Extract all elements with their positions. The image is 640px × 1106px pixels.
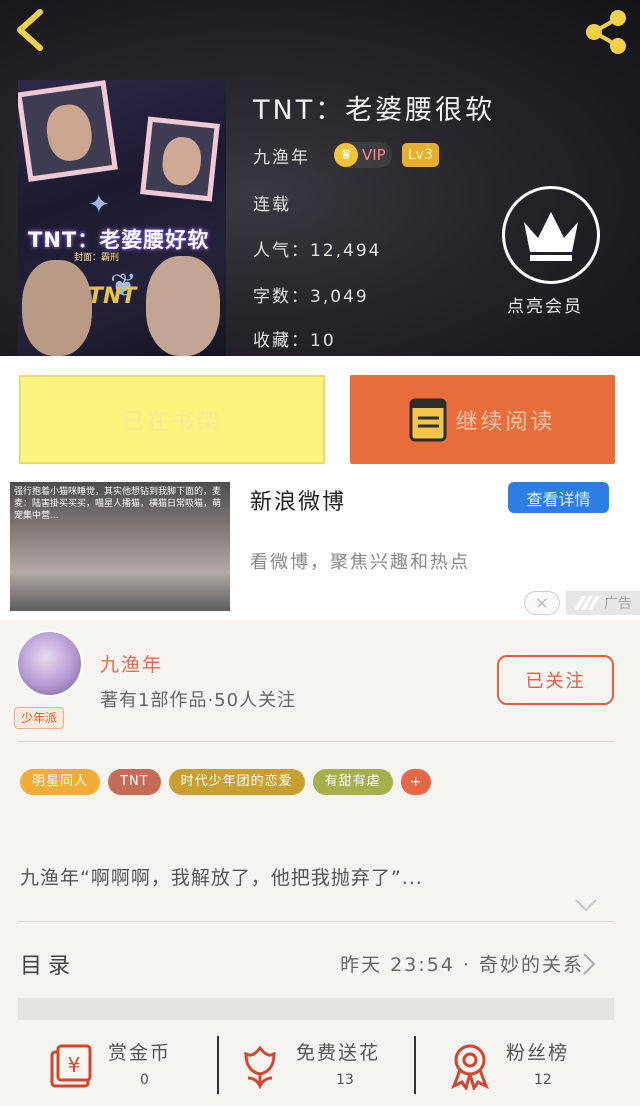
reward-coins-label: 赏金币 <box>108 1042 172 1064</box>
send-flower-label: 免费送花 <box>296 1042 381 1064</box>
section-separator <box>18 998 614 1020</box>
author-section-name[interactable]: 九渔年 <box>100 650 163 677</box>
author-stats: 著有1部作品·50人关注 <box>100 690 297 711</box>
expand-button[interactable] <box>574 897 598 916</box>
table-of-contents-row[interactable]: 目录 昨天 23:54 · 奇妙的关系 <box>0 940 640 986</box>
add-tag-button[interactable]: + <box>400 769 431 795</box>
ad-view-details-button[interactable]: 查看详情 <box>508 482 609 513</box>
book-detail-page: ✦ ❦ TNT：老婆腰好软 封面：霸刑 TNT TNT：老婆腰很软 九渔年 ♛ … <box>0 0 640 1106</box>
cover-face-art <box>146 256 220 356</box>
tag-list: 明星同人 TNT 时代少年团的恋爱 有甜有虐 + <box>20 769 431 795</box>
ad-close-button[interactable]: ✕ <box>524 591 560 615</box>
share-button[interactable] <box>582 8 630 56</box>
author-avatar[interactable] <box>16 630 83 697</box>
chevron-down-icon <box>575 899 597 912</box>
ad-image[interactable]: 强行抱着小猫咪睡觉，其实他想钻到我脚下面的，麦麦：陆害掛买买买，喵星人播猫，横猫… <box>10 482 230 611</box>
ad-description: 看微博，聚焦兴趣和热点 <box>250 552 470 573</box>
author-section: 少年派 九渔年 著有1部作品·50人关注 已关注 明星同人 TNT 时代少年团的… <box>0 620 640 1106</box>
fan-count: 12 <box>534 1072 552 1088</box>
divider <box>18 921 614 922</box>
tag-chip[interactable]: TNT <box>108 769 161 795</box>
book-word-count: 字数：3,049 <box>253 287 369 307</box>
in-shelf-label: 已在书架 <box>121 409 222 435</box>
ad-banner[interactable]: 强行抱着小猫咪睡觉，其实他想钻到我脚下面的，麦麦：陆害掛买买买，喵星人播猫，横猫… <box>0 480 640 620</box>
back-button[interactable] <box>12 8 52 52</box>
tag-chip[interactable]: 有甜有虐 <box>312 769 393 795</box>
cover-face-art <box>22 260 92 356</box>
cover-face-art <box>43 101 95 164</box>
cover-subtitle: 封面：霸刑 <box>74 253 120 263</box>
crown-icon <box>524 212 578 261</box>
divider <box>217 1036 219 1094</box>
ad-image-caption: 强行抱着小猫咪睡觉，其实他想钻到我脚下面的，麦麦：陆害掛买买买，喵星人播猫，横猫… <box>14 487 222 521</box>
tag-chip[interactable]: 时代少年团的恋爱 <box>168 769 305 795</box>
cover-photo-frame <box>18 80 118 182</box>
tag-chip[interactable]: 明星同人 <box>20 769 101 795</box>
book-title: TNT：老婆腰很软 <box>253 95 496 126</box>
red-envelope-yen-icon: ¥ <box>50 1044 92 1088</box>
continue-reading-label: 继续阅读 <box>455 409 556 435</box>
vip-badge: ♛ VIP <box>334 142 392 168</box>
book-popularity: 人气：12,494 <box>253 241 382 261</box>
level-badge: Lv3 <box>401 143 439 167</box>
fan-ranking-label: 粉丝榜 <box>506 1042 570 1064</box>
in-shelf-button[interactable]: 已在书架 <box>19 375 325 464</box>
divider <box>414 1036 416 1094</box>
book-status: 连载 <box>253 195 291 215</box>
book-icon <box>409 398 447 441</box>
reward-coins-count: 0 <box>140 1072 149 1088</box>
toc-label: 目录 <box>20 954 77 979</box>
action-bar: 已在书架 继续阅读 <box>0 356 640 480</box>
ad-title: 新浪微博 <box>250 490 347 515</box>
divider <box>18 741 614 742</box>
flower-icon <box>244 1045 276 1090</box>
book-favorites: 收藏：10 <box>253 331 336 351</box>
cover-face-art <box>160 135 204 188</box>
share-icon <box>586 10 626 54</box>
bottom-action-bar: ¥ 赏金币 0 免费送花 13 粉丝榜 12 <box>0 1036 640 1106</box>
ad-logo-icon <box>574 596 600 610</box>
close-icon: ✕ <box>535 593 549 613</box>
vip-membership-label: 点亮会员 <box>507 297 583 317</box>
crown-icon: ♛ <box>334 143 358 167</box>
ad-tag-label: 广告 <box>604 596 632 612</box>
vip-label: VIP <box>362 146 386 164</box>
chevron-right-icon <box>583 953 596 975</box>
latest-chapter: 昨天 23:54 · 奇妙的关系 <box>340 954 584 976</box>
author-row: 九渔年 ♛ VIP Lv3 <box>253 142 439 168</box>
fan-ranking-button[interactable]: 粉丝榜 12 <box>446 1036 626 1102</box>
book-excerpt: 九渔年“啊啊啊，我解放了，他把我抛弃了”... <box>20 867 423 889</box>
medal-ribbon-icon <box>451 1044 489 1090</box>
ad-tag: 广告 <box>566 591 640 615</box>
send-flower-button[interactable]: 免费送花 13 <box>236 1036 416 1102</box>
book-header: ✦ ❦ TNT：老婆腰好软 封面：霸刑 TNT TNT：老婆腰很软 九渔年 ♛ … <box>0 0 640 356</box>
continue-reading-button[interactable]: 继续阅读 <box>350 375 615 464</box>
reward-coins-button[interactable]: ¥ 赏金币 0 <box>48 1036 228 1102</box>
cover-photo-frame <box>140 116 220 202</box>
svg-text:¥: ¥ <box>68 1053 81 1077</box>
cover-logo: TNT <box>88 284 137 309</box>
author-name[interactable]: 九渔年 <box>253 143 310 168</box>
vip-membership-button[interactable] <box>502 186 600 284</box>
followed-button[interactable]: 已关注 <box>497 655 614 705</box>
book-cover[interactable]: ✦ ❦ TNT：老婆腰好软 封面：霸刑 TNT <box>18 80 226 356</box>
chevron-left-icon <box>17 9 43 51</box>
flower-count: 13 <box>336 1072 354 1088</box>
butterfly-icon: ✦ <box>88 190 110 220</box>
author-badge: 少年派 <box>14 707 65 729</box>
